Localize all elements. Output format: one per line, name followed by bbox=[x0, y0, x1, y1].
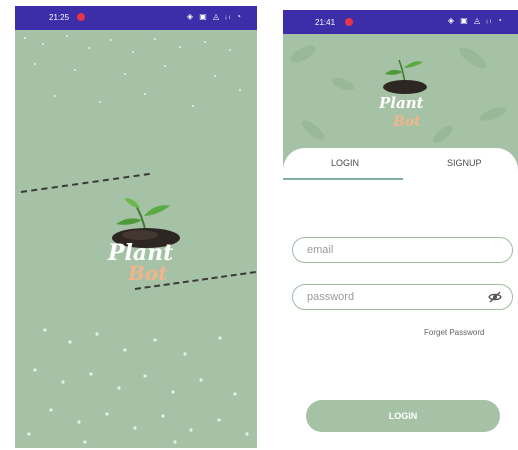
logo-text-bot: Bot bbox=[392, 114, 421, 130]
plantbot-logo: Plant Bot bbox=[378, 59, 427, 130]
plantbot-logo: Plant Bot bbox=[107, 198, 180, 285]
email-placeholder: email bbox=[307, 244, 334, 256]
status-bar: 21:25 ◈ ▣ ◬ ᵢₗ ◔ bbox=[15, 6, 257, 30]
password-placeholder: password bbox=[307, 291, 355, 303]
eye-off-icon[interactable] bbox=[488, 291, 502, 303]
status-icons: ◈ ▣ ◬ ᵢₗ ◔ bbox=[186, 12, 243, 21]
tab-login[interactable]: LOGIN bbox=[331, 158, 359, 168]
login-screen: 21:41 ◈ ▣ ◬ ᵢₗ ◔ Plant Bot LOGIN SIGNUP … bbox=[283, 10, 518, 442]
active-tab-indicator bbox=[283, 178, 403, 180]
status-time: 21:25 bbox=[49, 13, 70, 22]
login-button[interactable]: LOGIN bbox=[306, 400, 500, 432]
password-field[interactable]: password bbox=[292, 284, 513, 310]
status-bar: 21:41 ◈ ▣ ◬ ᵢₗ ◔ bbox=[283, 10, 518, 34]
tab-signup[interactable]: SIGNUP bbox=[447, 158, 482, 168]
logo-text-plant: Plant bbox=[378, 94, 424, 112]
notification-dot-icon bbox=[345, 18, 353, 26]
status-time: 21:41 bbox=[315, 18, 336, 27]
status-icons: ◈ ▣ ◬ ᵢₗ ◔ bbox=[447, 16, 504, 25]
email-field[interactable]: email bbox=[292, 237, 513, 263]
notification-dot-icon bbox=[77, 13, 85, 21]
splash-screen: 21:25 ◈ ▣ ◬ ᵢₗ ◔ Plant Bot bbox=[15, 6, 257, 448]
logo-text-bot: Bot bbox=[127, 261, 168, 285]
forgot-password-link[interactable]: Forget Password bbox=[424, 328, 484, 337]
